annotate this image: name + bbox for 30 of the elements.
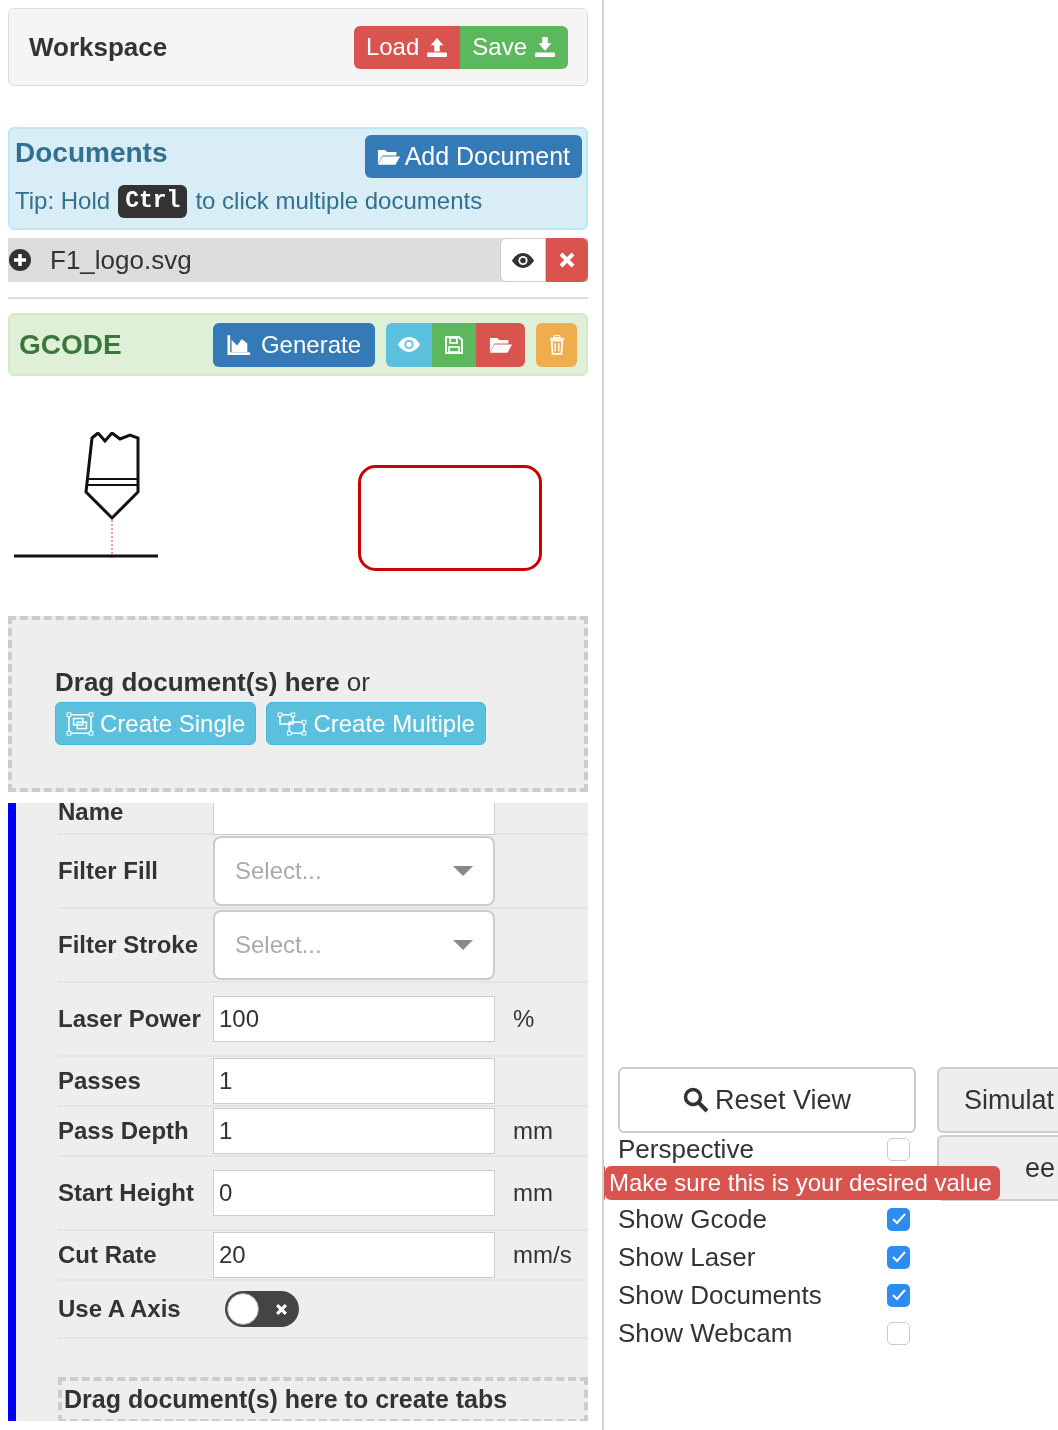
option-label: Show Gcode [618,1202,767,1236]
document-name: F1_logo.svg [50,243,193,277]
field-label: Laser Power [58,1004,202,1034]
panel-title: GCODE [19,327,123,362]
field-label: Pass Depth [58,1116,190,1146]
field-label: Use A Axis [58,1294,182,1324]
unit-label: mm/s [513,1240,572,1270]
panel-title: Documents [15,136,168,170]
placeholder-text: Select... [235,930,322,960]
keyboard-key: Ctrl [118,184,188,218]
unit-label: mm [513,1116,553,1146]
placeholder-text: Select... [235,856,322,886]
tip-text: Tip: Hold [15,186,111,216]
option-label: Perspective [618,1132,754,1166]
field-label: Filter Stroke [58,930,200,960]
drop-zone-text: Drag document(s) here or [55,666,371,698]
unit-label: mm [513,1178,553,1208]
panel-title: Workspace [29,30,168,64]
tooltip: Make sure this is your desired value [605,1166,1000,1200]
drop-zone-text: Drag document(s) here to create tabs [64,1384,508,1416]
field-label: Name [58,803,125,827]
field-label: Cut Rate [58,1240,158,1270]
field-label: Filter Fill [58,856,159,886]
tip-text: to click multiple documents [195,186,483,216]
field-label: Passes [58,1066,142,1096]
field-label: Start Height [58,1178,195,1208]
option-label: Show Webcam [618,1316,793,1350]
option-label: Show Laser [618,1240,756,1274]
unit-label: % [513,1004,535,1034]
option-label: Show Documents [618,1278,822,1312]
